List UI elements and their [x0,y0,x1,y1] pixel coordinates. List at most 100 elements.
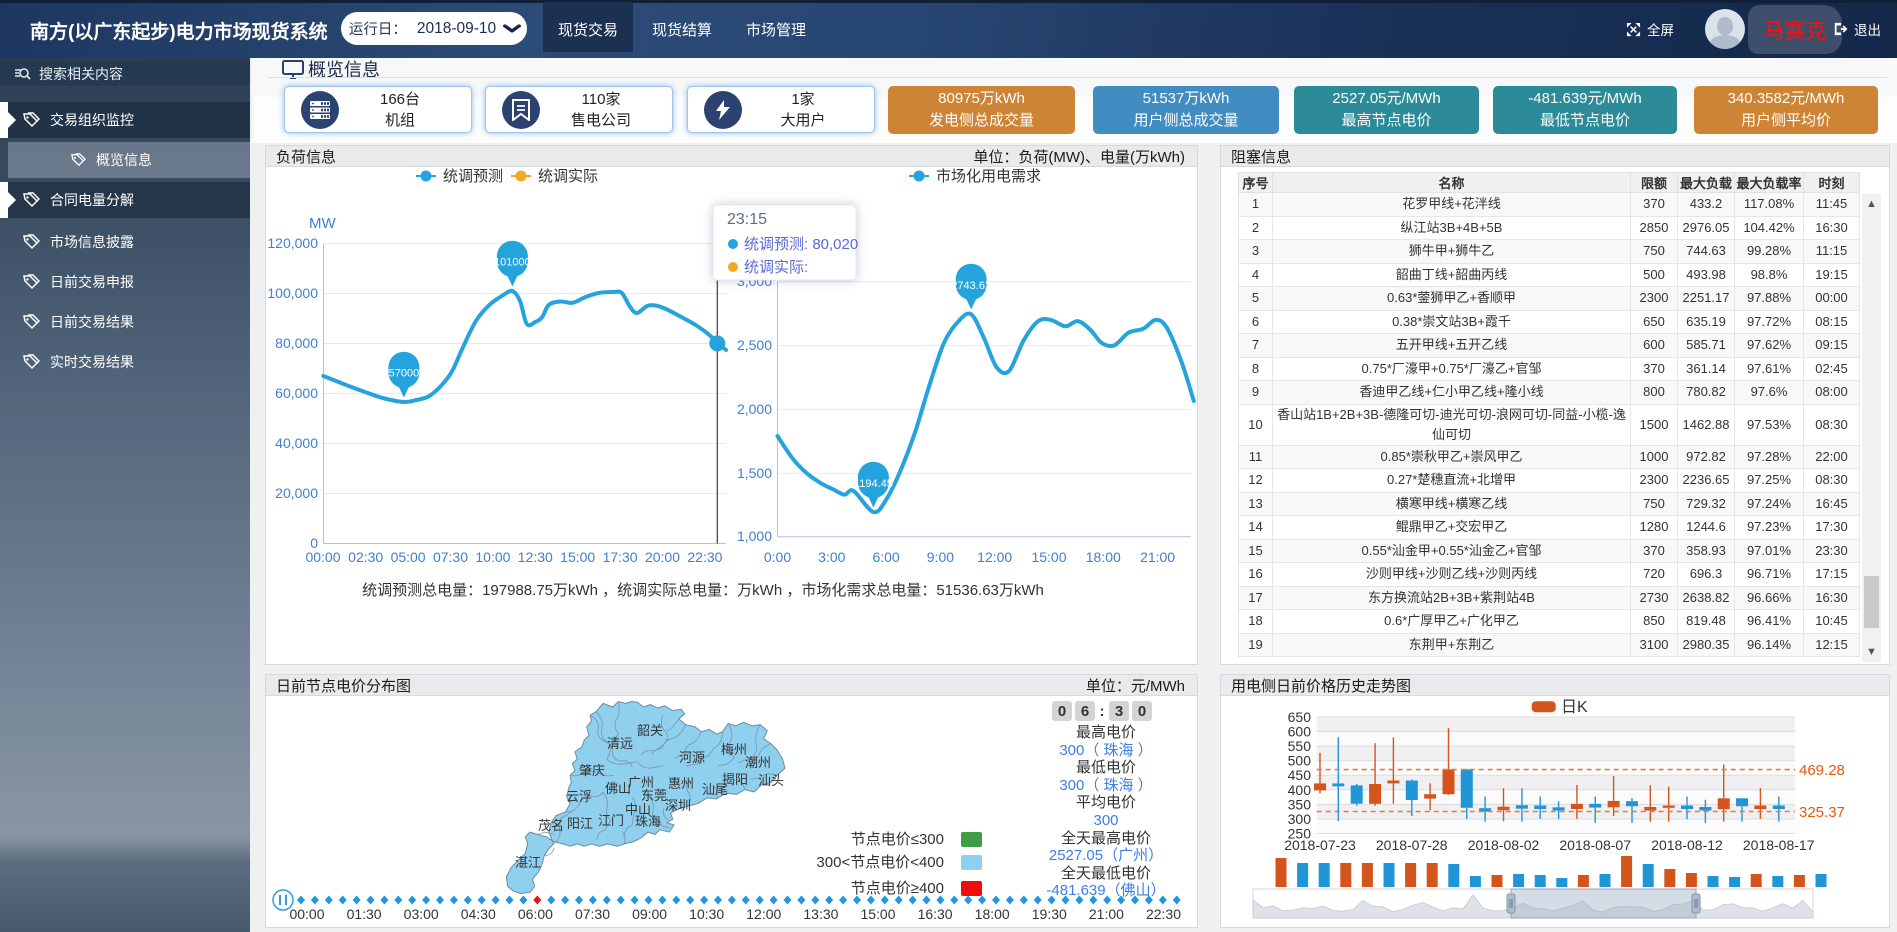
svg-text:60,000: 60,000 [275,385,318,401]
svg-text:09:00: 09:00 [632,906,667,922]
svg-text:19:30: 19:30 [1032,906,1067,922]
svg-text:深圳: 深圳 [665,798,691,813]
svg-text:2018-08-12: 2018-08-12 [1651,837,1723,853]
svg-text:3: 3 [1115,703,1123,720]
svg-text:3:00: 3:00 [818,549,845,565]
svg-text:2018-07-23: 2018-07-23 [1284,837,1356,853]
svg-text:2,000: 2,000 [737,401,772,417]
svg-text:市场化用电需求: 市场化用电需求 [936,168,1041,185]
svg-text:100,000: 100,000 [267,285,318,301]
svg-text:湛江: 湛江 [515,855,541,870]
svg-text:节点电价≥400: 节点电价≥400 [851,880,944,897]
svg-text:02:30: 02:30 [348,549,383,565]
svg-text:300<节点电价<400: 300<节点电价<400 [816,854,944,871]
svg-text:12:00: 12:00 [746,906,781,922]
svg-text:450: 450 [1288,767,1312,783]
svg-text:00:00: 00:00 [289,906,324,922]
svg-text:57000: 57000 [389,368,420,380]
svg-text:300: 300 [1093,812,1118,829]
svg-text:全天最高电价: 全天最高电价 [1061,829,1151,847]
svg-text:统调预测: 统调预测 [443,168,503,185]
svg-text:07:30: 07:30 [575,906,610,922]
svg-text:40,000: 40,000 [275,435,318,451]
svg-text:梅州: 梅州 [721,742,747,757]
svg-text:2018-07-28: 2018-07-28 [1376,837,1448,853]
svg-text:2018-08-07: 2018-08-07 [1559,837,1631,853]
svg-text:肇庆: 肇庆 [579,763,605,778]
svg-text:17:30: 17:30 [603,549,638,565]
svg-text:日K: 日K [1561,699,1588,716]
svg-text:1194.45: 1194.45 [854,478,893,490]
svg-text:MW: MW [309,215,336,232]
svg-text:13:30: 13:30 [803,906,838,922]
svg-text:20,000: 20,000 [275,485,318,501]
svg-text:10:00: 10:00 [475,549,510,565]
svg-text:2018-08-17: 2018-08-17 [1743,837,1815,853]
svg-text:2,500: 2,500 [737,337,772,353]
svg-text:469.28: 469.28 [1799,762,1845,779]
svg-text:120,000: 120,000 [267,235,318,251]
svg-text:21:00: 21:00 [1089,906,1124,922]
svg-text:统调预测总电量：197988.75万kWh ，统调实际总电量: 统调预测总电量：197988.75万kWh ，统调实际总电量：万kWh ，市场化… [362,582,1044,599]
svg-text:05:00: 05:00 [391,549,426,565]
svg-text:12:00: 12:00 [977,549,1012,565]
svg-text:15:00: 15:00 [860,906,895,922]
svg-text:6: 6 [1081,703,1089,720]
svg-text:-481.639（佛山）: -481.639（佛山） [1046,882,1165,899]
svg-text:东莞: 东莞 [641,788,667,803]
svg-text:统调实际: 统调实际 [538,168,598,185]
svg-text:1,000: 1,000 [737,528,772,544]
svg-text:15:00: 15:00 [560,549,595,565]
svg-text:18:00: 18:00 [975,906,1010,922]
svg-text:23:15: 23:15 [727,211,767,228]
svg-text:全天最低电价: 全天最低电价 [1061,864,1151,882]
svg-text:06:00: 06:00 [518,906,553,922]
svg-text:22:30: 22:30 [1146,906,1181,922]
svg-text:16:30: 16:30 [918,906,953,922]
svg-text:统调实际:: 统调实际: [744,259,808,276]
svg-text:云浮: 云浮 [566,789,592,804]
svg-text:07:30: 07:30 [433,549,468,565]
svg-text:550: 550 [1288,738,1312,754]
svg-text:0: 0 [1138,703,1146,720]
svg-text:9:00: 9:00 [927,549,954,565]
svg-text:101000: 101000 [494,257,531,269]
svg-text:20:00: 20:00 [645,549,680,565]
svg-text:2527.05（广州）: 2527.05（广州） [1049,847,1163,864]
svg-text:400: 400 [1288,782,1312,798]
svg-text:22:30: 22:30 [687,549,722,565]
svg-text:325.37: 325.37 [1799,804,1845,821]
svg-text:河源: 河源 [679,750,705,765]
svg-text:80,000: 80,000 [275,335,318,351]
svg-text:清远: 清远 [607,736,633,751]
svg-text:01:30: 01:30 [347,906,382,922]
svg-text:18:00: 18:00 [1086,549,1121,565]
svg-text:03:00: 03:00 [404,906,439,922]
svg-text:统调预测: 80,020: 统调预测: 80,020 [744,236,858,253]
svg-text:平均电价: 平均电价 [1076,794,1136,811]
svg-text:300（ 珠海 ）: 300（ 珠海 ） [1059,777,1152,794]
svg-text:潮州: 潮州 [745,755,771,770]
svg-text:最高电价: 最高电价 [1076,724,1136,741]
svg-text:汕尾: 汕尾 [702,782,728,797]
svg-text:阳江: 阳江 [567,816,593,831]
svg-text:2743.62: 2743.62 [951,280,991,292]
svg-text:00:00: 00:00 [305,549,340,565]
svg-text:300（ 珠海 ）: 300（ 珠海 ） [1059,742,1152,759]
svg-text:汕头: 汕头 [758,773,784,788]
svg-text:6:00: 6:00 [872,549,899,565]
svg-text:珠海: 珠海 [635,814,661,829]
svg-text:惠州: 惠州 [668,776,694,791]
svg-text:10:30: 10:30 [689,906,724,922]
svg-text:0:00: 0:00 [764,549,791,565]
svg-text:15:00: 15:00 [1031,549,1066,565]
svg-text:04:30: 04:30 [461,906,496,922]
svg-text:韶关: 韶关 [637,723,663,738]
svg-text:0: 0 [1058,703,1066,720]
svg-text:1,500: 1,500 [737,465,772,481]
svg-text::: : [1100,703,1105,720]
svg-text:21:00: 21:00 [1140,549,1175,565]
svg-text:最低电价: 最低电价 [1076,759,1136,776]
svg-text:2018-08-02: 2018-08-02 [1468,837,1540,853]
svg-text:300: 300 [1288,811,1312,827]
